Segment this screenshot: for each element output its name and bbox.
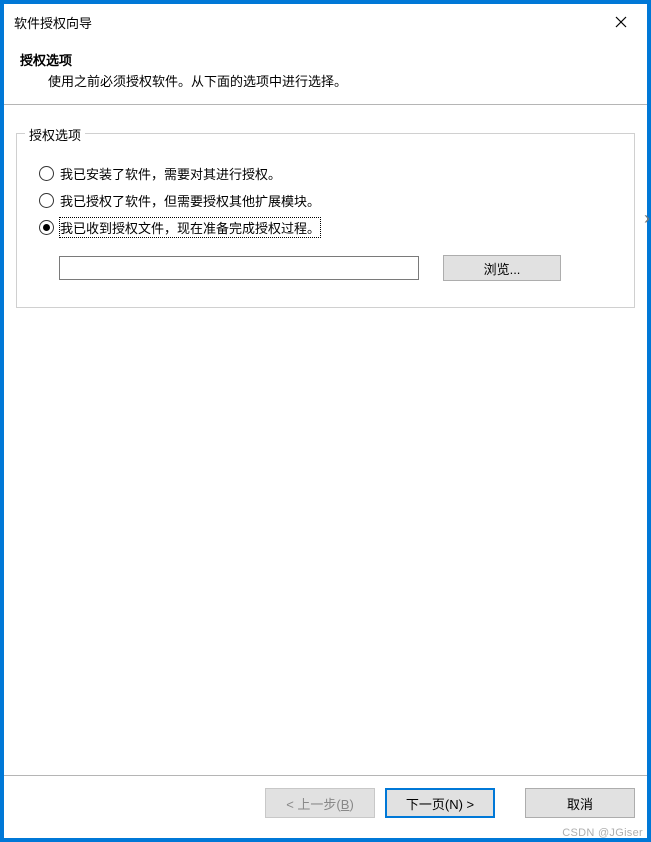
wizard-content: 授权选项 我已安装了软件，需要对其进行授权。 我已授权了软件，但需要授权其他扩展… bbox=[4, 105, 647, 775]
group-legend: 授权选项 bbox=[25, 125, 85, 144]
wizard-window: 软件授权向导 授权选项 使用之前必须授权软件。从下面的选项中进行选择。 授权选项… bbox=[4, 4, 647, 838]
cancel-button[interactable]: 取消 bbox=[525, 788, 635, 818]
radio-install-and-authorize[interactable]: 我已安装了软件，需要对其进行授权。 bbox=[39, 164, 612, 183]
radio-icon bbox=[39, 193, 54, 208]
header-subtitle: 使用之前必须授权软件。从下面的选项中进行选择。 bbox=[20, 71, 631, 90]
file-row: 浏览... bbox=[39, 255, 612, 281]
chevron-right-icon: › bbox=[644, 208, 650, 229]
titlebar: 软件授权向导 bbox=[4, 4, 647, 40]
wizard-header: 授权选项 使用之前必须授权软件。从下面的选项中进行选择。 bbox=[4, 40, 647, 105]
radio-icon bbox=[39, 166, 54, 181]
close-button[interactable] bbox=[599, 7, 643, 37]
radio-label: 我已收到授权文件，现在准备完成授权过程。 bbox=[60, 218, 320, 237]
radio-label: 我已安装了软件，需要对其进行授权。 bbox=[60, 164, 281, 183]
auth-options-group: 授权选项 我已安装了软件，需要对其进行授权。 我已授权了软件，但需要授权其他扩展… bbox=[16, 133, 635, 308]
radio-authorize-extensions[interactable]: 我已授权了软件，但需要授权其他扩展模块。 bbox=[39, 191, 612, 210]
wizard-footer: < 上一步(B) 下一页(N) > 取消 bbox=[4, 775, 647, 838]
browse-label: 浏览... bbox=[484, 259, 521, 278]
next-button[interactable]: 下一页(N) > bbox=[385, 788, 495, 818]
header-title: 授权选项 bbox=[20, 50, 631, 69]
cancel-label: 取消 bbox=[567, 794, 593, 813]
spacer bbox=[505, 788, 515, 818]
next-label: 下一页(N) > bbox=[406, 794, 474, 813]
radio-label: 我已授权了软件，但需要授权其他扩展模块。 bbox=[60, 191, 320, 210]
radio-icon bbox=[39, 220, 54, 235]
browse-button[interactable]: 浏览... bbox=[443, 255, 561, 281]
back-label: < 上一步(B) bbox=[286, 794, 354, 813]
auth-file-input[interactable] bbox=[59, 256, 419, 280]
window-title: 软件授权向导 bbox=[14, 13, 92, 32]
back-button: < 上一步(B) bbox=[265, 788, 375, 818]
close-icon bbox=[615, 16, 627, 28]
radio-received-file[interactable]: 我已收到授权文件，现在准备完成授权过程。 bbox=[39, 218, 612, 237]
